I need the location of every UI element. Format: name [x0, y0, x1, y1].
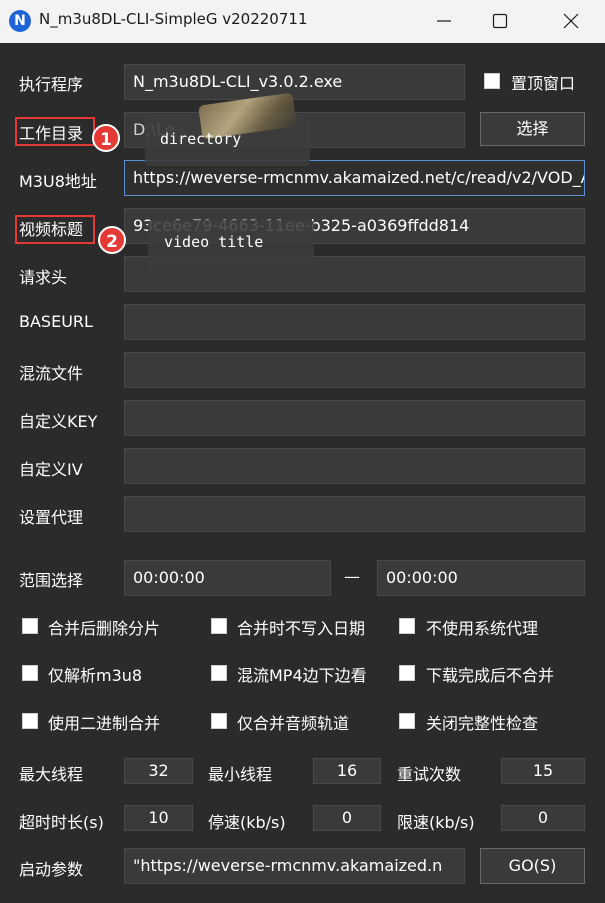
app-icon: N [9, 10, 31, 32]
option-label: 使用二进制合并 [48, 714, 161, 733]
maximize-button[interactable] [477, 0, 523, 43]
range-label: 范围选择 [19, 571, 84, 590]
range-dash: — [344, 567, 360, 586]
stop-speed-label: 停速(kb/s) [208, 813, 286, 832]
retry-label: 重试次数 [397, 765, 462, 784]
tooltip-directory: directory [145, 92, 310, 166]
m3u8-label: M3U8地址 [19, 172, 97, 191]
step-badge-1: 1 [92, 124, 120, 152]
option-label: 关闭完整性检查 [426, 714, 539, 733]
option-checkbox[interactable] [399, 713, 415, 729]
window-title: N_m3u8DL-CLI-SimpleG v20220711 [39, 10, 308, 28]
option-label: 混流MP4边下边看 [237, 666, 367, 685]
highlight-box-title [15, 215, 95, 244]
timeout-input[interactable]: 10 [124, 805, 193, 831]
min-threads-input[interactable]: 16 [313, 758, 381, 784]
max-threads-label: 最大线程 [19, 765, 84, 784]
option-label: 合并时不写入日期 [237, 619, 366, 638]
timeout-label: 超时时长(s) [19, 813, 104, 832]
custom-key-input[interactable] [124, 400, 585, 436]
custom-iv-input[interactable] [124, 448, 585, 484]
tooltip-video-title: video title [148, 220, 314, 268]
option-checkbox[interactable] [22, 713, 38, 729]
option-label: 合并后删除分片 [48, 619, 161, 638]
option-label: 仅解析m3u8 [48, 666, 143, 685]
option-checkbox[interactable] [22, 665, 38, 681]
go-button[interactable]: GO(S) [480, 848, 585, 884]
exec-label: 执行程序 [19, 75, 84, 94]
launch-args-label: 启动参数 [19, 860, 84, 879]
limit-speed-label: 限速(kb/s) [397, 813, 475, 832]
option-checkbox[interactable] [211, 665, 227, 681]
launch-args-input[interactable]: "https://weverse-rmcnmv.akamaized.n [124, 848, 465, 884]
range-start-input[interactable]: 00:00:00 [124, 560, 331, 596]
proxy-label: 设置代理 [19, 508, 84, 527]
topmost-label: 置顶窗口 [511, 74, 576, 93]
option-label: 下载完成后不合并 [426, 666, 555, 685]
option-checkbox[interactable] [399, 618, 415, 634]
exec-input[interactable]: N_m3u8DL-CLI_v3.0.2.exe [124, 64, 465, 100]
retry-input[interactable]: 15 [501, 758, 585, 784]
close-icon [563, 13, 579, 29]
range-end-input[interactable]: 00:00:00 [377, 560, 585, 596]
option-checkbox[interactable] [22, 618, 38, 634]
highlight-box-workdir [15, 117, 95, 146]
mux-file-input[interactable] [124, 352, 585, 388]
title-bar: N N_m3u8DL-CLI-SimpleG v20220711 [0, 0, 605, 43]
option-label: 不使用系统代理 [426, 619, 539, 638]
mux-file-label: 混流文件 [19, 364, 84, 383]
custom-key-label: 自定义KEY [19, 412, 98, 431]
minimize-button[interactable] [421, 0, 467, 43]
close-button[interactable] [548, 0, 594, 43]
baseurl-input[interactable] [124, 304, 585, 340]
topmost-checkbox[interactable] [484, 73, 500, 89]
step-badge-2: 2 [98, 226, 126, 254]
tooltip-video-title-text: video title [164, 233, 264, 251]
limit-speed-input[interactable]: 0 [501, 805, 585, 831]
option-checkbox[interactable] [399, 665, 415, 681]
max-threads-input[interactable]: 32 [124, 758, 193, 784]
baseurl-label: BASEURL [19, 312, 93, 331]
option-checkbox[interactable] [211, 713, 227, 729]
minimize-icon [437, 20, 451, 22]
tooltip-directory-text: directory [160, 130, 242, 148]
headers-label: 请求头 [19, 268, 68, 287]
proxy-input[interactable] [124, 496, 585, 532]
custom-iv-label: 自定义IV [19, 460, 83, 479]
stop-speed-input[interactable]: 0 [313, 805, 381, 831]
choose-dir-button[interactable]: 选择 [480, 112, 585, 146]
maximize-icon [492, 13, 508, 29]
min-threads-label: 最小线程 [208, 765, 273, 784]
option-label: 仅合并音频轨道 [237, 714, 350, 733]
option-checkbox[interactable] [211, 618, 227, 634]
